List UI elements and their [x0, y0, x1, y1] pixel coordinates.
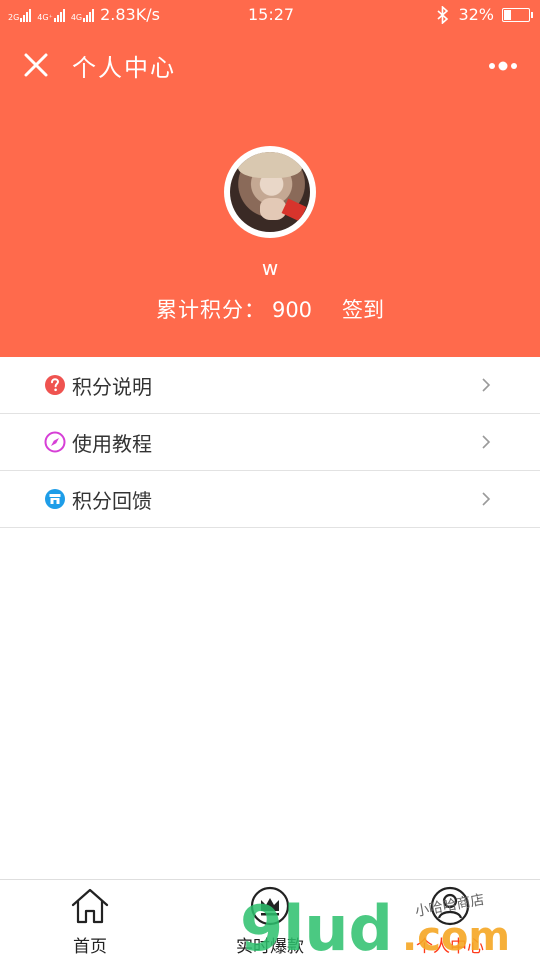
status-left: 2G 4G⁺ 4G 2.83K/s — [8, 5, 160, 24]
signal-3-icon: 4G — [70, 8, 95, 22]
crown-icon — [250, 886, 290, 926]
tab-label: 实时爆款 — [236, 937, 304, 957]
home-icon — [71, 888, 109, 924]
battery-percent: 32% — [458, 5, 494, 24]
menu-item-tutorial[interactable]: 使用教程 — [0, 414, 540, 471]
status-bar: 2G 4G⁺ 4G 2.83K/s 15:27 32% — [0, 0, 540, 30]
chevron-right-icon — [482, 435, 491, 449]
tab-label: 个人中心 — [416, 937, 484, 957]
points-value: 900 — [271, 298, 313, 322]
question-icon — [45, 375, 65, 395]
status-right: 32% — [436, 5, 533, 24]
network-type-2: 4G⁺ — [37, 12, 53, 22]
tab-hot-items[interactable]: 实时爆款 — [180, 880, 360, 961]
close-icon — [24, 53, 48, 77]
tab-personal-center[interactable]: 个人中心 — [360, 880, 540, 961]
close-button[interactable] — [20, 49, 52, 81]
shop-icon — [45, 489, 65, 509]
bluetooth-icon — [437, 5, 449, 24]
profile-header: 2G 4G⁺ 4G 2.83K/s 15:27 32% 个人中心 w 累计积分：… — [0, 0, 540, 357]
tab-home[interactable]: 首页 — [0, 880, 180, 961]
username: w — [261, 256, 279, 280]
bottom-tab-bar: 首页 实时爆款 个人中心 — [0, 879, 540, 961]
signal-1-icon: 2G — [8, 8, 32, 22]
user-icon — [430, 886, 470, 926]
menu-item-points-rewards[interactable]: 积分回馈 — [0, 471, 540, 528]
status-time: 15:27 — [248, 5, 295, 24]
network-type-1: 2G — [8, 12, 20, 22]
network-speed: 2.83K/s — [100, 5, 160, 24]
signin-button[interactable]: 签到 — [342, 298, 384, 322]
avatar[interactable] — [224, 146, 316, 238]
points-summary: 累计积分： 900 签到 — [0, 294, 540, 324]
battery-fill — [504, 9, 511, 20]
points-label: 累计积分： — [155, 298, 266, 322]
network-type-3: 4G — [70, 12, 83, 22]
more-dots-icon — [489, 61, 517, 71]
menu-item-label: 积分回馈 — [72, 489, 152, 513]
avatar-photo — [230, 152, 310, 232]
tab-label: 首页 — [73, 937, 107, 957]
menu-item-label: 积分说明 — [72, 375, 152, 399]
chevron-right-icon — [482, 378, 491, 392]
menu-item-label: 使用教程 — [72, 432, 152, 456]
signal-2-icon: 4G⁺ — [37, 8, 65, 22]
page-title: 个人中心 — [72, 54, 176, 82]
compass-icon — [44, 431, 66, 453]
menu-list: 积分说明 使用教程 积分回馈 — [0, 357, 540, 528]
menu-item-points-explanation[interactable]: 积分说明 — [0, 357, 540, 414]
more-options-button[interactable] — [488, 56, 520, 76]
navbar: 个人中心 — [0, 34, 540, 94]
battery-icon — [502, 7, 533, 22]
chevron-right-icon — [482, 492, 491, 506]
